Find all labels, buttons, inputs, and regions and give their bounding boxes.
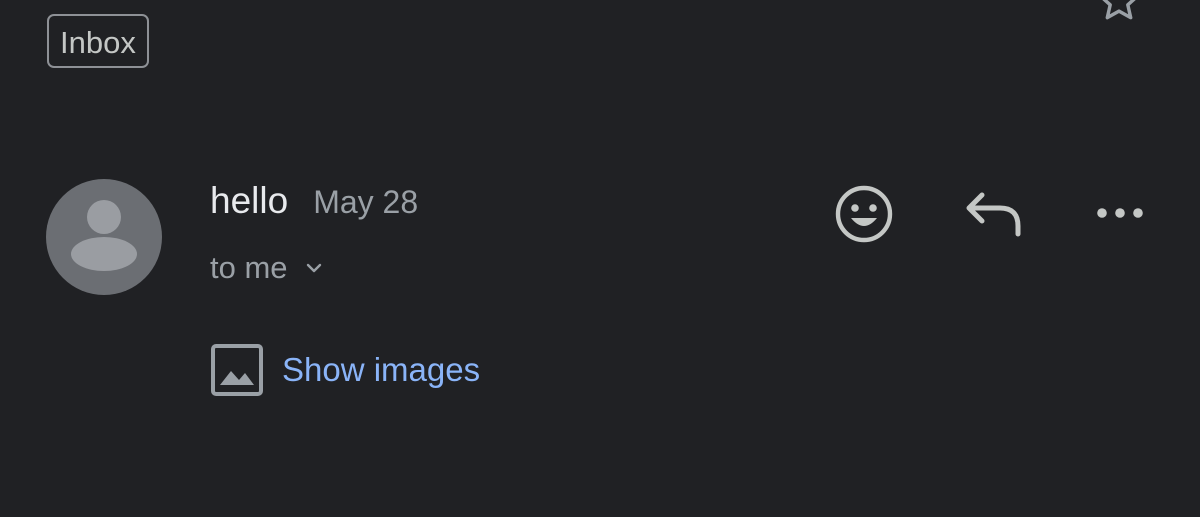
recipients-toggle[interactable]: to me — [210, 250, 324, 286]
add-reaction-button[interactable] — [832, 182, 896, 246]
inbox-label-chip[interactable]: Inbox — [47, 14, 149, 68]
person-icon — [71, 200, 137, 271]
email-view: Inbox hello May 28 to me Show images — [0, 0, 1200, 517]
avatar[interactable] — [46, 179, 162, 295]
message-date: May 28 — [313, 184, 419, 220]
sender-line: hello May 28 — [210, 180, 418, 222]
more-horizontal-icon — [1097, 208, 1143, 218]
sender-name[interactable]: hello — [210, 180, 288, 222]
reply-icon — [966, 192, 1021, 237]
chevron-down-icon — [306, 263, 321, 273]
smiley-icon — [835, 185, 893, 243]
show-images-label: Show images — [282, 351, 481, 388]
show-images-link[interactable]: Show images — [210, 343, 480, 397]
star-outline-icon[interactable] — [1096, 0, 1142, 24]
recipients-text: to me — [210, 250, 288, 285]
more-options-button[interactable] — [1090, 196, 1150, 230]
image-icon — [211, 344, 263, 396]
reply-button[interactable] — [960, 186, 1024, 242]
